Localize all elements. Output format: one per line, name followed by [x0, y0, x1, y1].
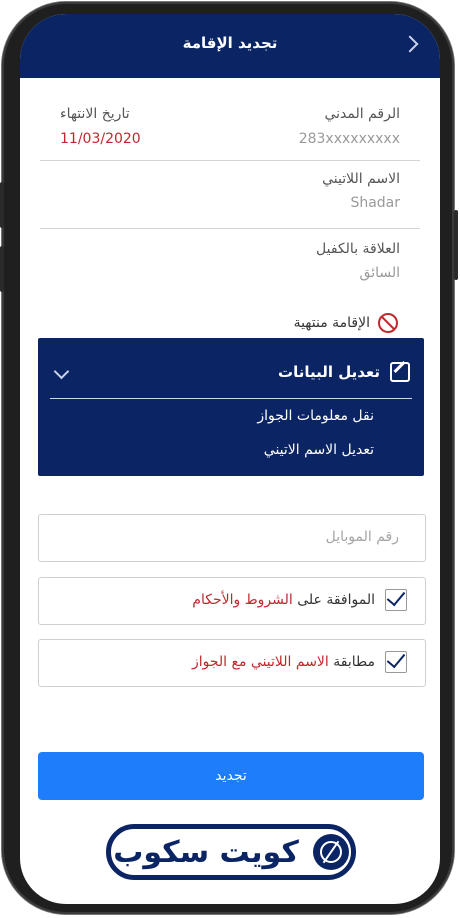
- terms-link[interactable]: الشروط والأحكام: [192, 592, 292, 608]
- mobile-field[interactable]: رقم الموبايل: [38, 514, 426, 562]
- divider: [40, 228, 420, 229]
- sponsor-relation-label: العلاقة بالكفيل: [316, 241, 400, 257]
- name-match-checkbox[interactable]: [385, 651, 407, 673]
- mobile-placeholder: رقم الموبايل: [325, 529, 399, 545]
- name-match-highlight: الاسم اللاتيني مع الجواز: [191, 654, 329, 670]
- expiry-label: تاريخ الانتهاء: [60, 106, 130, 122]
- logo-text: كويت سكوب: [113, 834, 299, 870]
- terms-checkbox[interactable]: [385, 589, 407, 611]
- ban-icon: [378, 313, 398, 333]
- chevron-down-icon[interactable]: [53, 363, 70, 380]
- latin-name-value: Shadar: [350, 195, 400, 211]
- divider: [40, 160, 420, 161]
- edit-icon: [390, 362, 410, 382]
- page-title: تجديد الإقامة: [182, 34, 278, 52]
- terms-prefix: الموافقة على: [292, 592, 375, 608]
- civil-id-value: 283xxxxxxxxx: [298, 131, 400, 147]
- app-header: تجديد الإقامة: [20, 14, 440, 78]
- app-screen: تجديد الإقامة الرقم المدني 283xxxxxxxxx …: [20, 14, 440, 904]
- status-text: الإقامة منتهية: [293, 315, 370, 331]
- latin-name-label: الاسم اللاتيني: [322, 171, 400, 187]
- name-match-row[interactable]: مطابقة الاسم اللاتيني مع الجواز: [38, 639, 426, 687]
- terms-label: الموافقة على الشروط والأحكام: [192, 592, 375, 608]
- menu-item-transfer-passport[interactable]: نقل معلومات الجواز: [257, 408, 374, 424]
- renew-button[interactable]: تجديد: [38, 752, 424, 800]
- name-match-prefix: مطابقة: [328, 654, 375, 670]
- sponsor-relation-value: السائق: [359, 265, 400, 281]
- residency-status: الإقامة منتهية: [294, 313, 398, 333]
- globe-icon: [312, 834, 349, 870]
- civil-id-label: الرقم المدني: [324, 106, 400, 122]
- kuwait-scope-logo: كويت سكوب: [106, 824, 356, 880]
- menu-item-edit-latin-name[interactable]: تعديل الاسم الاتيني: [264, 442, 374, 458]
- edit-data-panel: تعديل البيانات نقل معلومات الجواز تعديل …: [38, 338, 424, 476]
- edit-data-toggle[interactable]: تعديل البيانات: [278, 362, 410, 382]
- phone-side-button: [0, 182, 4, 228]
- terms-row[interactable]: الموافقة على الشروط والأحكام: [38, 577, 426, 625]
- divider: [50, 398, 412, 399]
- expiry-value: 11/03/2020: [60, 131, 141, 147]
- phone-side-button: [454, 210, 458, 280]
- edit-data-title: تعديل البيانات: [278, 363, 380, 381]
- name-match-label: مطابقة الاسم اللاتيني مع الجواز: [192, 654, 375, 670]
- phone-side-button: [0, 246, 4, 292]
